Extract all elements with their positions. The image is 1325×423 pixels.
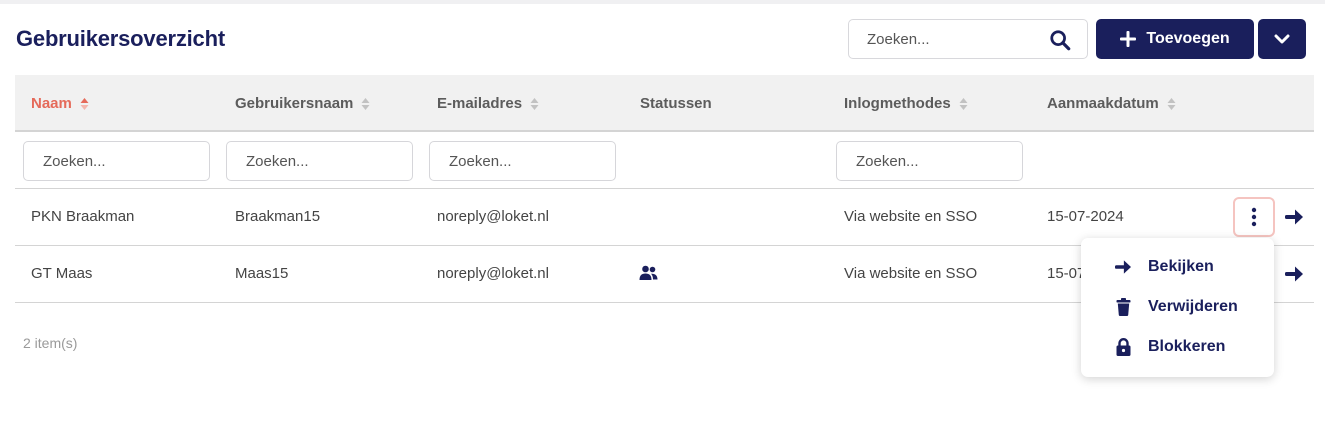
column-label: Inlogmethodes: [844, 95, 951, 112]
filter-gebruikersnaam-input[interactable]: [226, 141, 413, 181]
cell-gebruikersnaam: Maas15: [235, 265, 289, 282]
column-label: Aanmaakdatum: [1047, 95, 1159, 112]
menu-item-verwijderen[interactable]: Verwijderen: [1081, 289, 1274, 325]
column-label: Statussen: [640, 95, 712, 112]
add-button[interactable]: Toevoegen: [1096, 19, 1254, 59]
trash-icon: [1114, 298, 1132, 316]
menu-item-bekijken[interactable]: Bekijken: [1081, 249, 1274, 285]
column-label: Naam: [31, 95, 72, 112]
sort-ascending-icon: [80, 97, 89, 110]
menu-item-label: Blokkeren: [1148, 338, 1226, 355]
cell-naam: GT Maas: [31, 265, 93, 282]
filter-row: [15, 132, 1314, 189]
sort-icon: [1167, 97, 1176, 110]
kebab-menu-icon: [1251, 207, 1257, 227]
filter-inlogmethodes-input[interactable]: [836, 141, 1023, 181]
column-header-statussen: Statussen: [640, 95, 712, 112]
lock-icon: [1114, 338, 1132, 356]
add-button-label: Toevoegen: [1146, 30, 1230, 47]
sort-icon: [959, 97, 968, 110]
filter-naam-input[interactable]: [23, 141, 210, 181]
menu-item-label: Bekijken: [1148, 258, 1214, 275]
filter-email-input[interactable]: [429, 141, 616, 181]
menu-item-blokkeren[interactable]: Blokkeren: [1081, 329, 1274, 365]
cell-gebruikersnaam: Braakman15: [235, 208, 321, 225]
item-count: 2 item(s): [23, 335, 78, 351]
search-input[interactable]: [849, 20, 1049, 58]
arrow-right-icon: [1114, 258, 1132, 276]
column-header-naam[interactable]: Naam: [31, 95, 89, 112]
plus-icon: [1120, 31, 1137, 47]
cell-inlogmethodes: Via website en SSO: [844, 265, 978, 282]
search-icon[interactable]: [1049, 29, 1071, 51]
column-header-aanmaakdatum[interactable]: Aanmaakdatum: [1047, 95, 1176, 112]
sort-icon: [530, 97, 539, 110]
cell-email: noreply@loket.nl: [437, 265, 549, 282]
cell-email: noreply@loket.nl: [437, 208, 549, 225]
cell-naam: PKN Braakman: [31, 208, 135, 225]
top-border: [0, 0, 1325, 4]
page-title: Gebruikersoverzicht: [16, 26, 225, 51]
cell-aanmaakdatum: 15-07-2024: [1047, 208, 1124, 225]
menu-item-label: Verwijderen: [1148, 298, 1238, 315]
column-label: E-mailadres: [437, 95, 523, 112]
table-header: Naam Gebruikersnaam E-mailadres Statusse…: [15, 75, 1314, 132]
column-header-inlogmethodes[interactable]: Inlogmethodes: [844, 95, 968, 112]
add-options-dropdown-button[interactable]: [1258, 19, 1306, 59]
cell-aanmaakdatum: 15-07: [1047, 265, 1086, 282]
global-search[interactable]: [848, 19, 1088, 59]
users-icon: [639, 265, 658, 280]
row-context-menu: Bekijken Verwijderen Blokkeren: [1081, 238, 1274, 377]
arrow-right-icon[interactable]: [1284, 208, 1304, 226]
row-actions-button[interactable]: [1233, 197, 1275, 237]
chevron-down-icon: [1274, 34, 1290, 44]
column-header-email[interactable]: E-mailadres: [437, 95, 539, 112]
cell-inlogmethodes: Via website en SSO: [844, 208, 978, 225]
column-label: Gebruikersnaam: [235, 95, 354, 112]
column-header-gebruikersnaam[interactable]: Gebruikersnaam: [235, 95, 370, 112]
arrow-right-icon[interactable]: [1284, 265, 1304, 283]
sort-icon: [361, 97, 370, 110]
